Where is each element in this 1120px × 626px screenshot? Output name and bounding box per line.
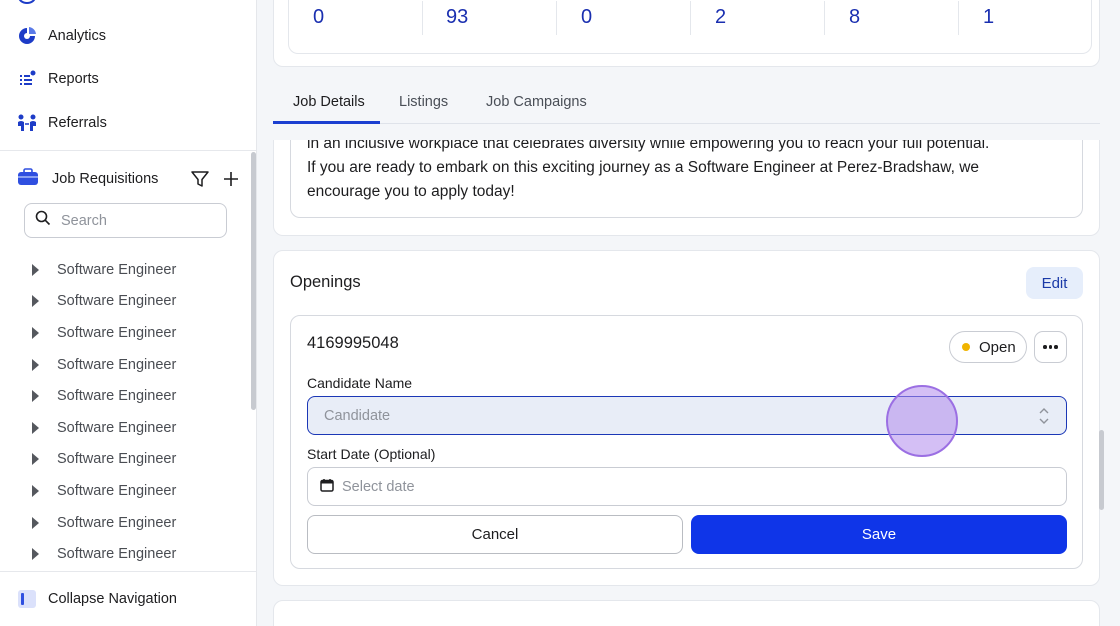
sidebar-divider bbox=[0, 150, 256, 151]
stat-value: 2 bbox=[715, 6, 727, 28]
list-item[interactable]: Software Engineer bbox=[28, 286, 238, 318]
collapse-label: Collapse Navigation bbox=[48, 591, 177, 607]
nav-item-reports[interactable]: Reports bbox=[16, 64, 99, 94]
nav-label: Referrals bbox=[48, 115, 107, 131]
analytics-icon bbox=[16, 25, 38, 47]
stat-divider bbox=[556, 1, 557, 35]
dashboard-icon[interactable] bbox=[18, 0, 36, 4]
edit-openings-button[interactable]: Edit bbox=[1026, 267, 1083, 299]
nav-label: Analytics bbox=[48, 28, 107, 44]
stat-value: 1 bbox=[983, 6, 995, 28]
start-date-picker[interactable]: Select date bbox=[307, 467, 1067, 506]
stat-value: 0 bbox=[313, 6, 325, 28]
main-scrollbar[interactable] bbox=[1099, 430, 1104, 510]
list-item[interactable]: Software Engineer bbox=[28, 254, 238, 286]
stat-divider bbox=[422, 1, 423, 35]
status-badge[interactable]: Open bbox=[949, 331, 1027, 363]
list-item[interactable]: Software Engineer bbox=[28, 412, 238, 444]
reports-icon bbox=[16, 68, 38, 90]
main-content: 0 93 0 2 8 1 Job Details Listings Job Ca… bbox=[257, 0, 1120, 626]
save-button[interactable]: Save bbox=[691, 515, 1067, 554]
search-icon bbox=[35, 210, 51, 231]
stat-value: 0 bbox=[581, 6, 593, 28]
caret-right-icon[interactable] bbox=[32, 421, 39, 434]
next-section-card bbox=[273, 600, 1100, 626]
briefcase-icon bbox=[16, 167, 40, 192]
opening-item: 4169995048 Open Candidate Name Candidate… bbox=[290, 315, 1083, 569]
stat-divider bbox=[958, 1, 959, 35]
list-item[interactable]: Software Engineer bbox=[28, 507, 238, 539]
calendar-icon bbox=[320, 478, 334, 496]
caret-right-icon[interactable] bbox=[32, 484, 39, 497]
nav-item-referrals[interactable]: Referrals bbox=[16, 108, 107, 138]
stats-row: 0 93 0 2 8 1 bbox=[288, 0, 1092, 54]
nav-item-analytics[interactable]: Analytics bbox=[16, 21, 106, 51]
start-date-label: Start Date (Optional) bbox=[307, 446, 436, 462]
stat-divider bbox=[824, 1, 825, 35]
status-dot-icon bbox=[962, 343, 970, 351]
list-item[interactable]: Software Engineer bbox=[28, 380, 238, 412]
collapse-navigation-button[interactable]: Collapse Navigation bbox=[0, 571, 256, 626]
requisition-list: Software Engineer Software Engineer Soft… bbox=[28, 254, 238, 570]
tab-job-details[interactable]: Job Details bbox=[293, 94, 365, 110]
list-item[interactable]: Software Engineer bbox=[28, 538, 238, 570]
start-date-placeholder: Select date bbox=[342, 478, 415, 495]
more-options-button[interactable] bbox=[1034, 331, 1067, 363]
list-item[interactable]: Software Engineer bbox=[28, 475, 238, 507]
cancel-button[interactable]: Cancel bbox=[307, 515, 683, 554]
sidebar: Analytics Reports Referrals Job Requisit… bbox=[0, 0, 257, 626]
status-label: Open bbox=[979, 338, 1016, 356]
chevron-up-down-icon bbox=[1038, 407, 1050, 425]
stat-divider bbox=[690, 1, 691, 35]
tab-job-campaigns[interactable]: Job Campaigns bbox=[486, 94, 587, 110]
job-requisitions-title: Job Requisitions bbox=[52, 171, 159, 187]
caret-right-icon[interactable] bbox=[32, 358, 39, 371]
sidebar-collapse-icon bbox=[18, 590, 36, 608]
list-item[interactable]: Software Engineer bbox=[28, 444, 238, 476]
nav-label: Reports bbox=[48, 71, 99, 87]
stat-value: 8 bbox=[849, 6, 861, 28]
candidate-name-label: Candidate Name bbox=[307, 375, 413, 391]
openings-card: Openings Edit 4169995048 Open Candidate … bbox=[273, 250, 1100, 586]
list-item[interactable]: Software Engineer bbox=[28, 317, 238, 349]
detail-tabs: Job Details Listings Job Campaigns bbox=[273, 84, 1100, 124]
job-requisitions-header: Job Requisitions bbox=[16, 164, 246, 194]
stat-value: 93 bbox=[446, 6, 469, 28]
openings-title: Openings bbox=[290, 273, 361, 291]
job-description-card: in an inclusive workplace that celebrate… bbox=[273, 140, 1100, 236]
caret-right-icon[interactable] bbox=[32, 390, 39, 403]
referrals-icon bbox=[16, 112, 38, 134]
caret-right-icon[interactable] bbox=[32, 263, 39, 276]
active-tab-indicator bbox=[273, 121, 380, 124]
tab-listings[interactable]: Listings bbox=[399, 94, 448, 110]
description-line: in an inclusive workplace that celebrate… bbox=[307, 140, 990, 152]
caret-right-icon[interactable] bbox=[32, 326, 39, 339]
sidebar-scrollbar[interactable] bbox=[251, 152, 256, 410]
caret-right-icon[interactable] bbox=[32, 516, 39, 529]
job-description-text: in an inclusive workplace that celebrate… bbox=[290, 140, 1083, 218]
caret-right-icon[interactable] bbox=[32, 295, 39, 308]
ellipsis-icon bbox=[1043, 345, 1047, 349]
add-requisition-icon[interactable] bbox=[221, 169, 241, 189]
description-line: encourage you to apply today! bbox=[307, 183, 515, 200]
stats-card: 0 93 0 2 8 1 bbox=[273, 0, 1100, 67]
caret-right-icon[interactable] bbox=[32, 548, 39, 561]
description-line: If you are ready to embark on this excit… bbox=[307, 159, 980, 176]
search-input[interactable] bbox=[61, 212, 201, 229]
mouse-cursor-highlight bbox=[886, 385, 958, 457]
caret-right-icon[interactable] bbox=[32, 453, 39, 466]
requisition-search[interactable] bbox=[24, 203, 227, 238]
candidate-placeholder: Candidate bbox=[324, 407, 391, 424]
filter-icon[interactable] bbox=[190, 169, 210, 189]
list-item[interactable]: Software Engineer bbox=[28, 349, 238, 381]
opening-id: 4169995048 bbox=[307, 334, 399, 352]
